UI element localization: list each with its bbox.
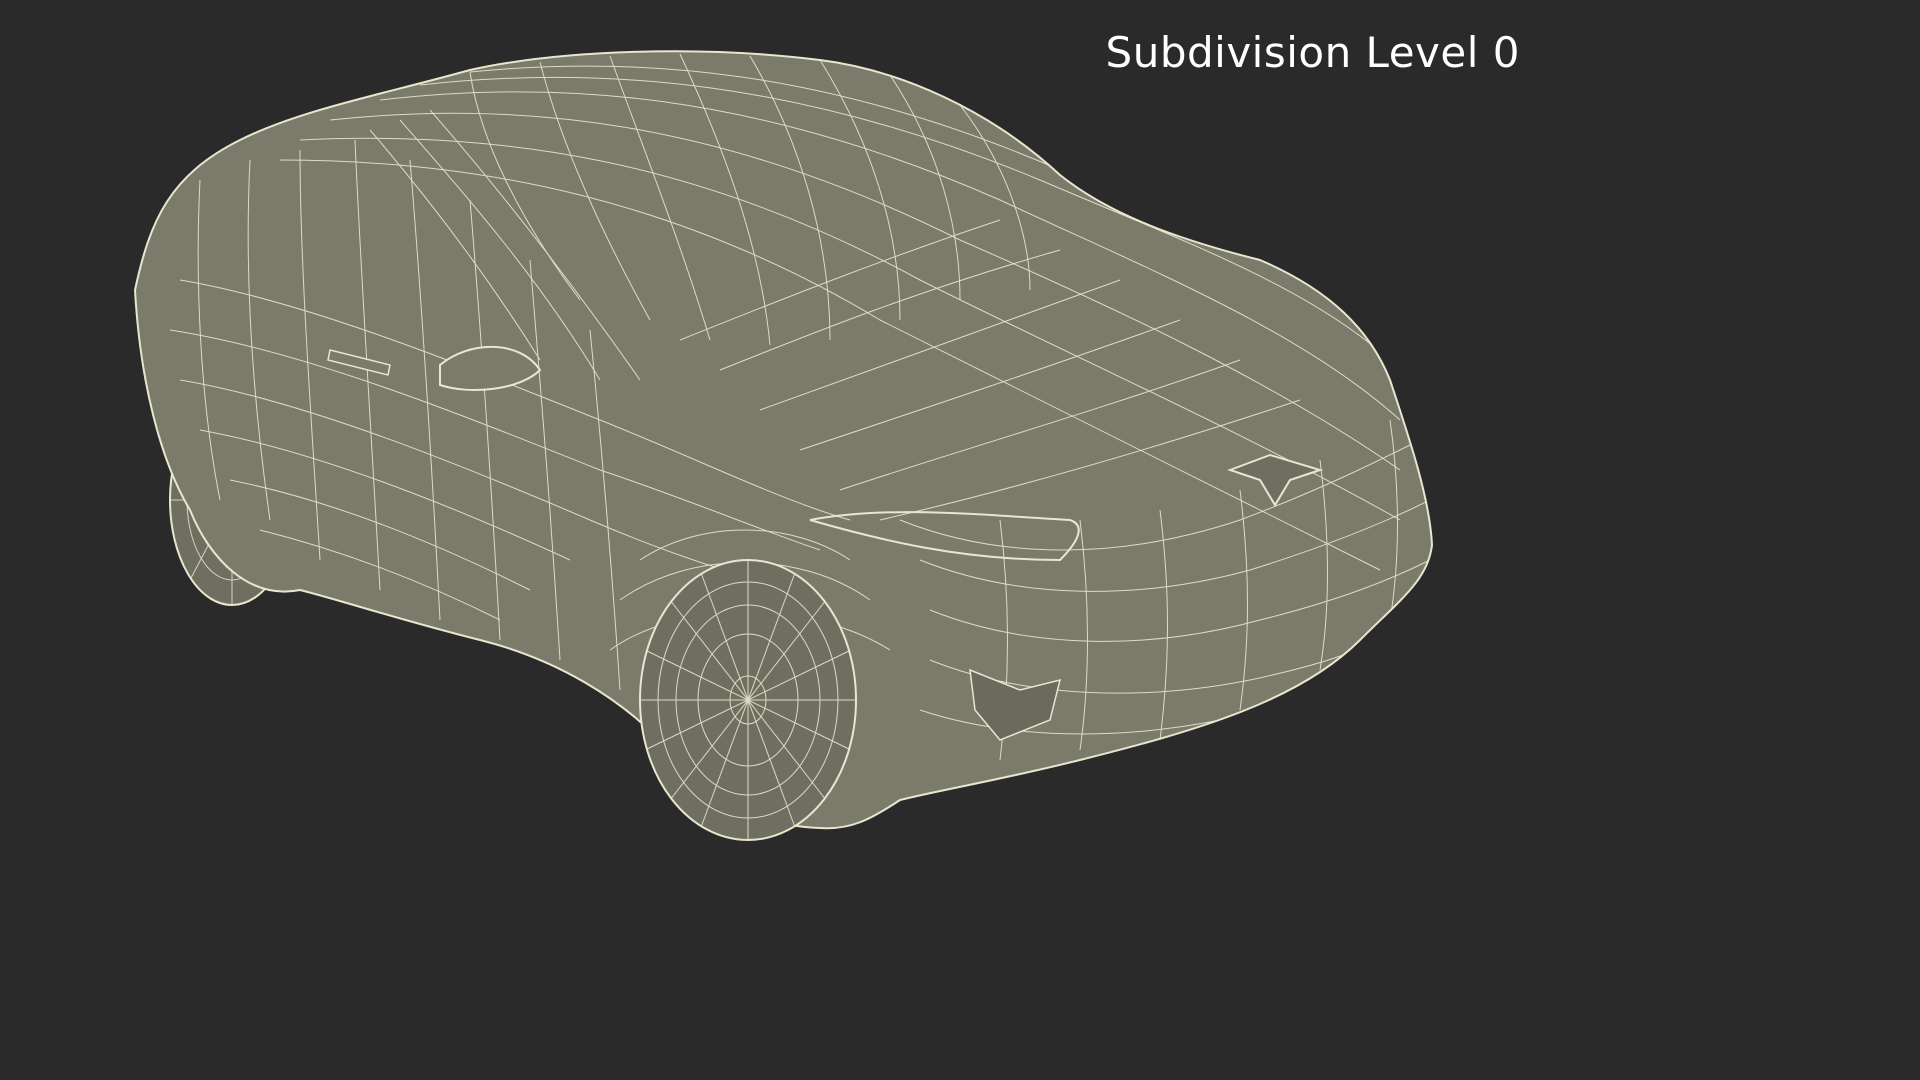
wireframe-car-render	[133, 50, 1434, 841]
render-viewport: Subdivision Level 0	[0, 0, 1568, 882]
front-wheel	[639, 559, 857, 841]
